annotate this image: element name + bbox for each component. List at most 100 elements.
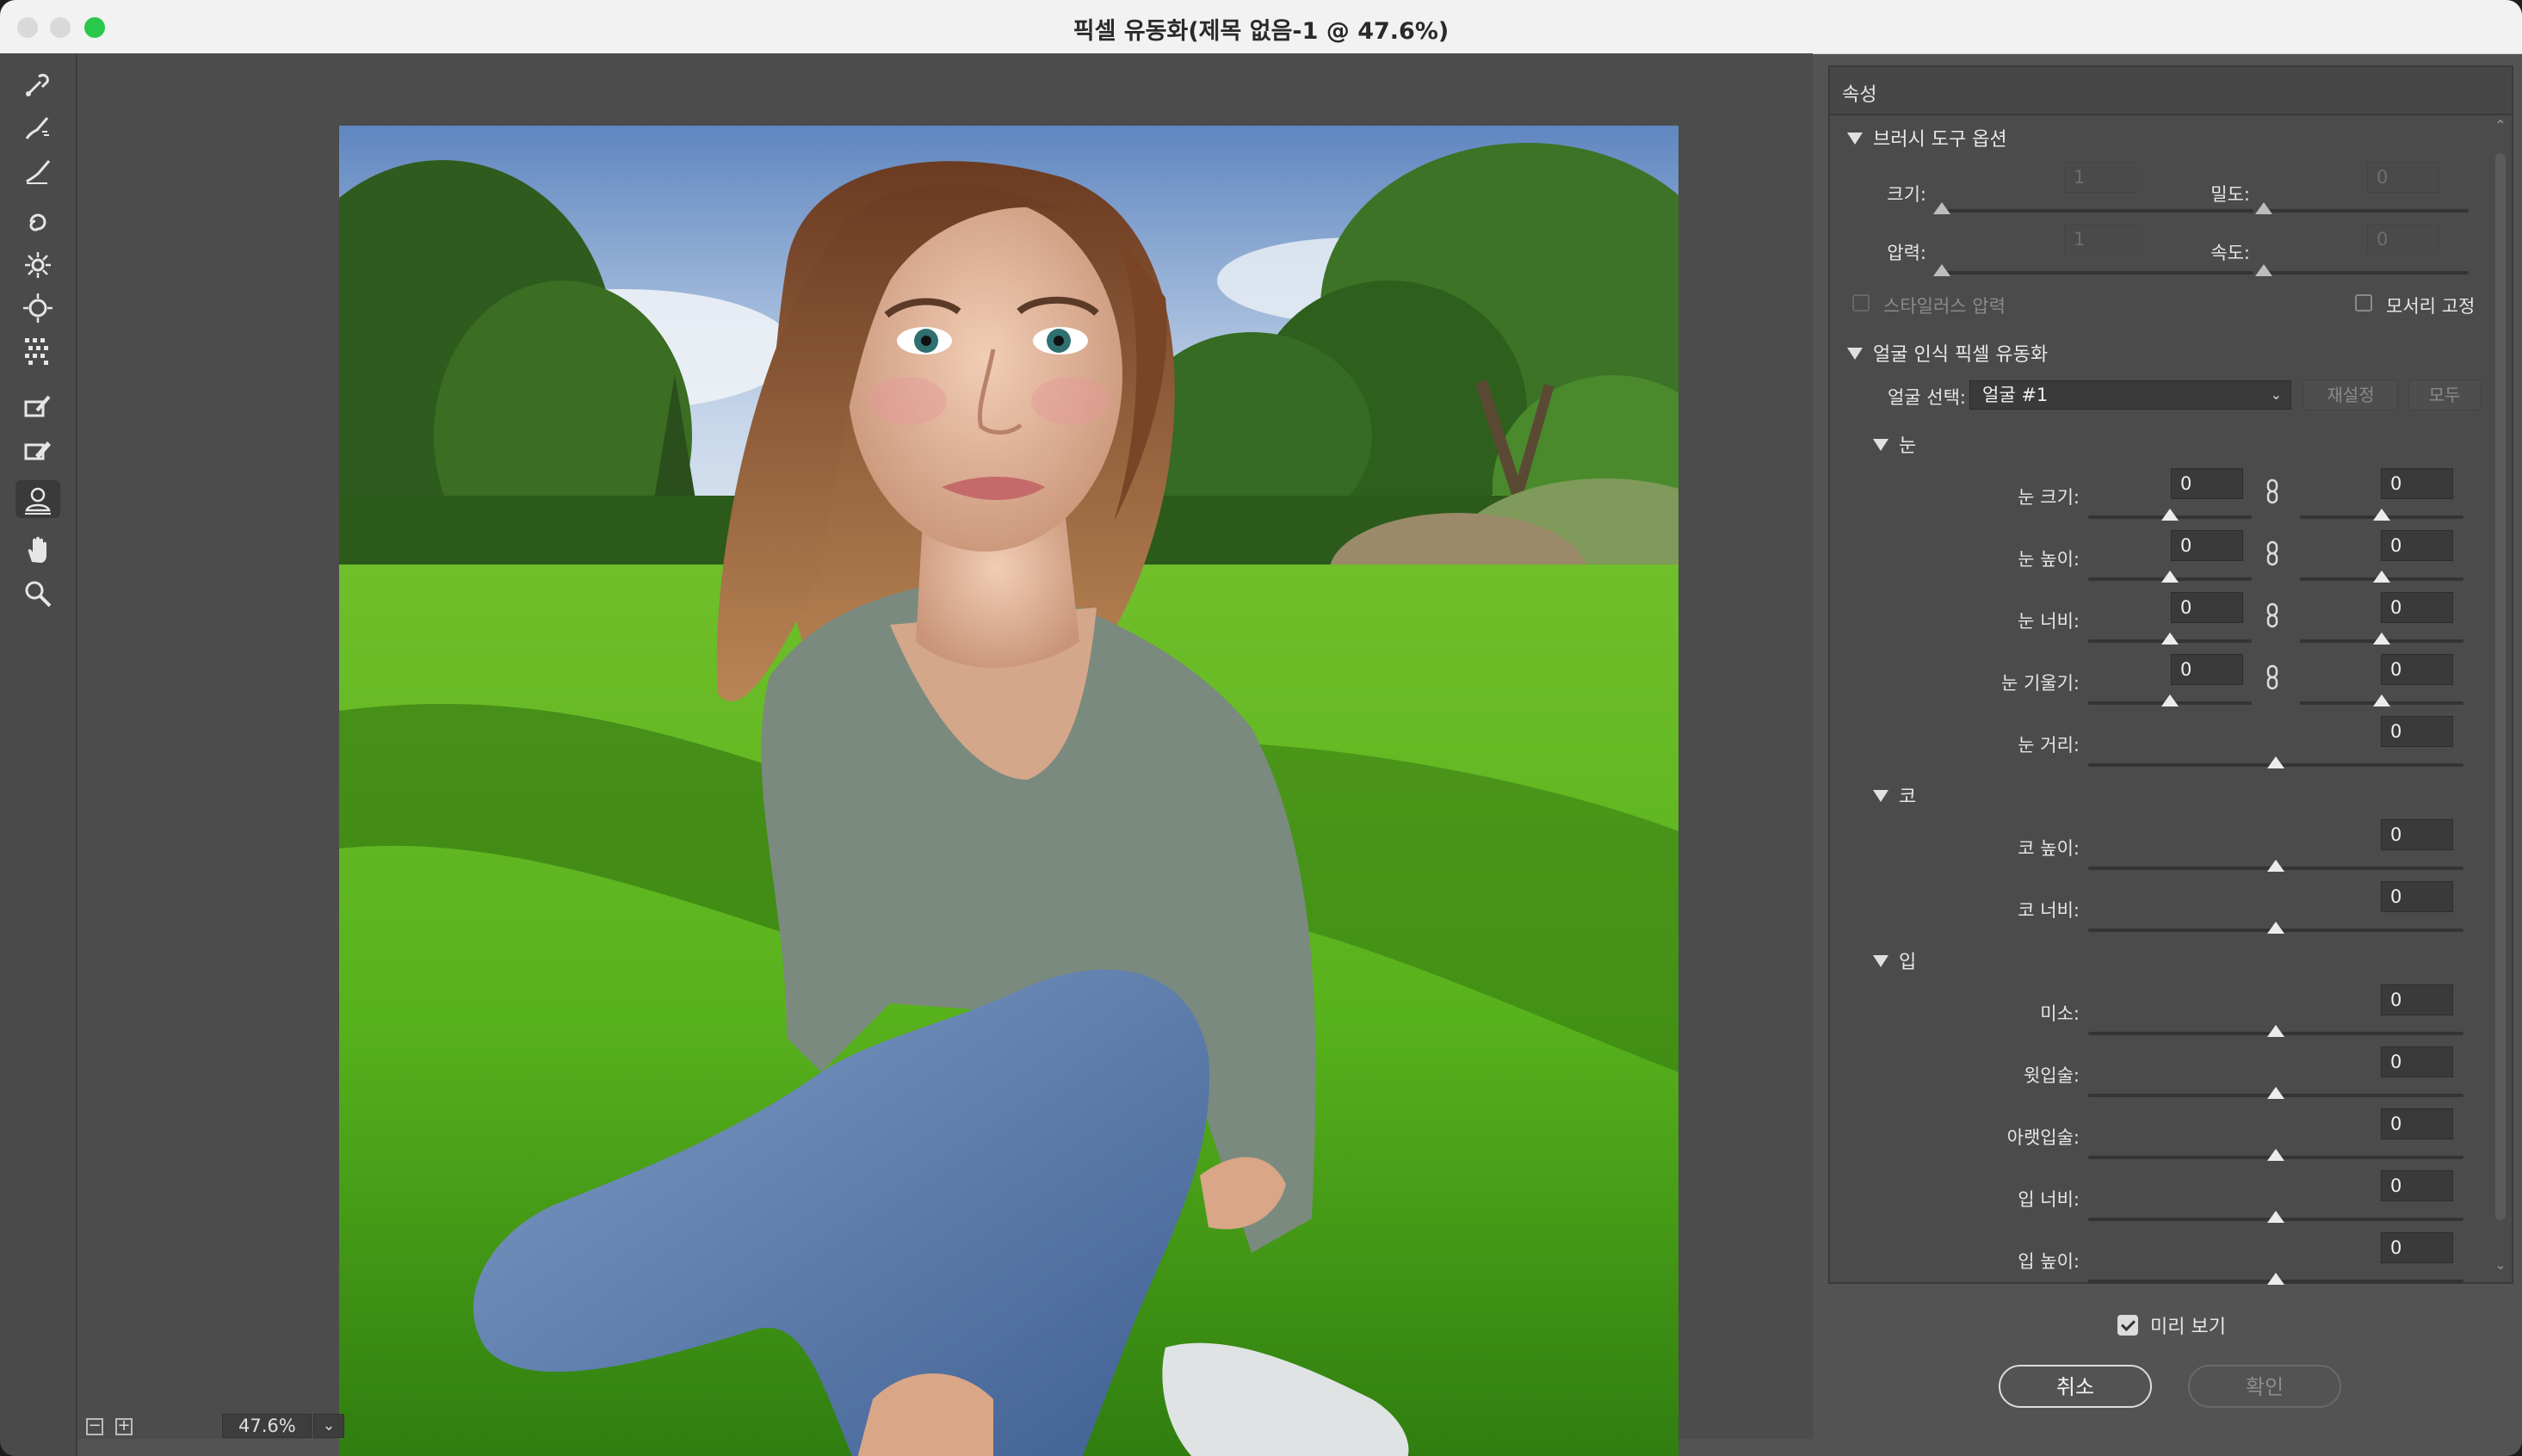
eye-height-left-field[interactable]: 0 <box>2171 530 2243 561</box>
cancel-button[interactable]: 취소 <box>1999 1365 2152 1408</box>
link-icon[interactable] <box>2265 540 2279 566</box>
zoom-tool-icon[interactable] <box>15 575 60 613</box>
mouth-width-slider-thumb[interactable] <box>2267 1211 2284 1223</box>
nose-width-slider-thumb[interactable] <box>2267 922 2284 934</box>
brush-rate-slider-track <box>2264 271 2469 275</box>
properties-scrollbar[interactable]: ⌃ ⌄ <box>2491 117 2510 1279</box>
liquify-window: 픽셀 유동화(제목 없음-1 @ 47.6%) − + 47.6% ⌄ 속성 ⌃… <box>0 0 2522 1456</box>
bloat-tool-icon[interactable] <box>15 289 60 327</box>
eyes-header[interactable]: 눈 <box>1873 430 1916 458</box>
brush-size-slider-track <box>1942 209 2253 213</box>
face-select-label: 얼굴 선택: <box>1887 387 1966 408</box>
brush-size-label: 크기: <box>1887 184 1926 205</box>
link-icon[interactable] <box>2265 664 2279 690</box>
face-aware-liquify-title: 얼굴 인식 픽셀 유동화 <box>1873 344 2049 366</box>
disclosure-triangle-icon <box>1873 439 1888 451</box>
thaw-mask-tool-icon[interactable] <box>15 430 60 468</box>
nose-header[interactable]: 코 <box>1873 781 1916 809</box>
brush-options-header[interactable]: 브러시 도구 옵션 <box>1847 124 2007 151</box>
disclosure-triangle-icon <box>1847 133 1863 145</box>
eye-width-right-slider-thumb[interactable] <box>2373 632 2390 645</box>
eye-height-right-field[interactable]: 0 <box>2381 530 2453 561</box>
reset-button: 재설정 <box>2303 379 2398 410</box>
window-title: 픽셀 유동화(제목 없음-1 @ 47.6%) <box>1072 18 1450 45</box>
all-button: 모두 <box>2408 379 2481 410</box>
scroll-down-icon[interactable]: ⌄ <box>2491 1256 2510 1273</box>
stylus-pressure-checkbox <box>1852 294 1870 312</box>
lower-lip-field[interactable]: 0 <box>2381 1108 2453 1139</box>
smooth-tool-icon[interactable] <box>15 151 60 189</box>
zoom-level-field[interactable]: 47.6% <box>222 1414 312 1438</box>
mouth-height-label: 입 높이: <box>2018 1251 2080 1272</box>
twirl-clockwise-tool-icon[interactable] <box>15 203 60 241</box>
eye-distance-slider-thumb[interactable] <box>2267 756 2284 768</box>
pucker-tool-icon[interactable] <box>15 246 60 284</box>
face-select-dropdown[interactable]: 얼굴 #1 ⌄ <box>1969 380 2291 410</box>
eye-width-right-field[interactable]: 0 <box>2381 592 2453 623</box>
brush-options-title: 브러시 도구 옵션 <box>1873 129 2007 151</box>
eye-tilt-right-slider-thumb[interactable] <box>2373 694 2390 706</box>
scroll-up-icon[interactable]: ⌃ <box>2491 117 2510 133</box>
preview-image[interactable] <box>339 126 1678 1456</box>
push-left-tool-icon[interactable] <box>15 332 60 370</box>
brush-rate-label: 속도: <box>2210 243 2250 263</box>
eye-tilt-left-slider-thumb[interactable] <box>2161 694 2179 706</box>
reconstruct-tool-icon[interactable] <box>15 108 60 146</box>
smile-field[interactable]: 0 <box>2381 984 2453 1015</box>
brush-pressure-label: 압력: <box>1887 243 1926 263</box>
preview-checkbox[interactable] <box>2117 1315 2138 1336</box>
eye-tilt-right-field[interactable]: 0 <box>2381 654 2453 685</box>
scrollbar-thumb[interactable] <box>2495 153 2506 1220</box>
mouth-height-slider-thumb[interactable] <box>2267 1273 2284 1285</box>
smile-slider-thumb[interactable] <box>2267 1025 2284 1037</box>
mouth-height-field[interactable]: 0 <box>2381 1232 2453 1263</box>
upper-lip-field[interactable]: 0 <box>2381 1046 2453 1077</box>
zoom-in-button[interactable]: + <box>115 1418 133 1435</box>
eye-width-left-slider-thumb[interactable] <box>2161 632 2179 645</box>
face-aware-liquify-header[interactable]: 얼굴 인식 픽셀 유동화 <box>1847 339 2048 367</box>
link-icon[interactable] <box>2265 602 2279 628</box>
eye-tilt-left-field[interactable]: 0 <box>2171 654 2243 685</box>
pin-edges-checkbox[interactable] <box>2355 294 2372 312</box>
forward-warp-tool-icon[interactable] <box>15 65 60 103</box>
eye-size-right-field[interactable]: 0 <box>2381 468 2453 499</box>
mouth-title: 입 <box>1899 952 1917 973</box>
nose-height-slider-thumb[interactable] <box>2267 860 2284 872</box>
brush-density-slider-track <box>2264 209 2469 213</box>
chevron-down-icon: ⌄ <box>2270 386 2282 403</box>
nose-width-field[interactable]: 0 <box>2381 881 2453 912</box>
brush-density-slider-thumb <box>2255 202 2272 214</box>
mouth-header[interactable]: 입 <box>1873 947 1916 974</box>
eye-height-label: 눈 높이: <box>2018 549 2080 570</box>
eye-width-left-field[interactable]: 0 <box>2171 592 2243 623</box>
link-icon[interactable] <box>2265 478 2279 504</box>
eye-height-right-slider-thumb[interactable] <box>2373 571 2390 583</box>
eye-width-label: 눈 너비: <box>2018 611 2080 632</box>
disclosure-triangle-icon <box>1873 790 1888 802</box>
brush-size-field: 1 <box>2064 162 2136 193</box>
lower-lip-slider-thumb[interactable] <box>2267 1149 2284 1161</box>
tools-panel <box>0 53 77 1456</box>
properties-panel: 속성 ⌃ ⌄ 브러시 도구 옵션 크기: 1 밀도: 0 압력: 1 속도: 0… <box>1828 65 2513 1285</box>
nose-title: 코 <box>1899 787 1917 808</box>
eye-size-right-slider-thumb[interactable] <box>2373 509 2390 521</box>
disclosure-triangle-icon <box>1847 348 1863 360</box>
chevron-down-icon[interactable]: ⌄ <box>313 1414 344 1438</box>
zoom-out-button[interactable]: − <box>86 1418 103 1435</box>
mouth-width-field[interactable]: 0 <box>2381 1170 2453 1201</box>
brush-density-field: 0 <box>2367 162 2439 193</box>
preview-label: 미리 보기 <box>2150 1317 2226 1338</box>
eye-size-left-field[interactable]: 0 <box>2171 468 2243 499</box>
nose-height-field[interactable]: 0 <box>2381 819 2453 850</box>
brush-rate-field: 0 <box>2367 224 2439 255</box>
upper-lip-slider-thumb[interactable] <box>2267 1087 2284 1099</box>
canvas-area[interactable] <box>77 53 1813 1456</box>
title-bar: 픽셀 유동화(제목 없음-1 @ 47.6%) <box>0 0 2522 54</box>
eye-distance-field[interactable]: 0 <box>2381 716 2453 747</box>
eye-size-left-slider-thumb[interactable] <box>2161 509 2179 521</box>
hand-tool-icon[interactable] <box>15 532 60 570</box>
freeze-mask-tool-icon[interactable] <box>15 387 60 425</box>
face-tool-icon[interactable] <box>15 480 60 518</box>
nose-width-label: 코 너비: <box>2018 900 2080 921</box>
eye-height-left-slider-thumb[interactable] <box>2161 571 2179 583</box>
